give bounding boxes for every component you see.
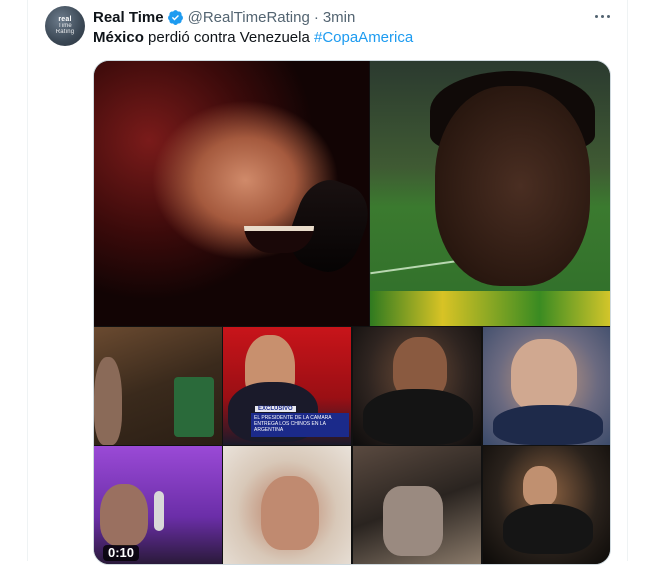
person-shape (94, 357, 122, 445)
person-shape (523, 466, 557, 506)
video-frame-bar (483, 446, 610, 564)
video-duration-badge: 0:10 (103, 545, 140, 561)
news-banner: EXCLUSIVO EL PRESIDENTE DE LA CAMARA ENT… (251, 406, 349, 437)
tweet-text-bold: México (93, 29, 144, 46)
video-frame-singer (94, 61, 369, 326)
banner-tag: EXCLUSIVO (255, 406, 296, 412)
chair-shape (174, 377, 214, 437)
video-frame-room (94, 327, 222, 445)
separator-dot: · (313, 8, 319, 26)
tweet-text-plain: perdió contra Venezuela (143, 29, 314, 46)
avatar[interactable]: real Time Rating (45, 6, 85, 46)
tweet-text: México perdió contra Venezuela #CopaAmer… (93, 28, 413, 48)
timeline-border-left (27, 0, 28, 561)
person-shape (261, 476, 319, 550)
post-time[interactable]: 3min (323, 9, 356, 26)
pitch-line (370, 259, 460, 275)
video-frame-tv-show: EXCLUSIVO EL PRESIDENTE DE LA CAMARA ENT… (223, 327, 351, 445)
banner-text: EL PRESIDENTE DE LA CAMARA ENTREGA LOS C… (254, 415, 332, 433)
more-dot (600, 14, 604, 18)
tweet-header: Real Time @RealTimeRating · 3min (93, 7, 355, 27)
hashtag-link[interactable]: #CopaAmerica (314, 29, 413, 46)
video-player[interactable]: EXCLUSIVO EL PRESIDENTE DE LA CAMARA ENT… (93, 60, 611, 565)
shirt-shape (493, 405, 603, 445)
timeline-border-right (627, 0, 628, 561)
more-dot (606, 14, 610, 18)
person-shape (100, 484, 148, 546)
author-handle[interactable]: @RealTimeRating (188, 9, 310, 26)
avatar-text-3: Rating (55, 29, 75, 35)
shirt-shape (363, 389, 473, 445)
video-frame-headphones (483, 327, 610, 445)
more-dot (594, 14, 598, 18)
author-name[interactable]: Real Time (93, 9, 164, 26)
more-options-icon[interactable] (590, 6, 614, 26)
jersey-shape (370, 291, 610, 326)
video-frame-laughing (353, 327, 481, 445)
video-frame-stadium (353, 446, 481, 564)
shirt-shape (503, 504, 593, 554)
verified-badge-icon[interactable] (167, 9, 184, 26)
person-shape (383, 486, 443, 556)
microphone-shape (154, 491, 164, 531)
video-frame-player (370, 61, 610, 326)
face-shape (435, 86, 590, 286)
video-frame-selfie (223, 446, 351, 564)
person-shape (511, 339, 577, 411)
